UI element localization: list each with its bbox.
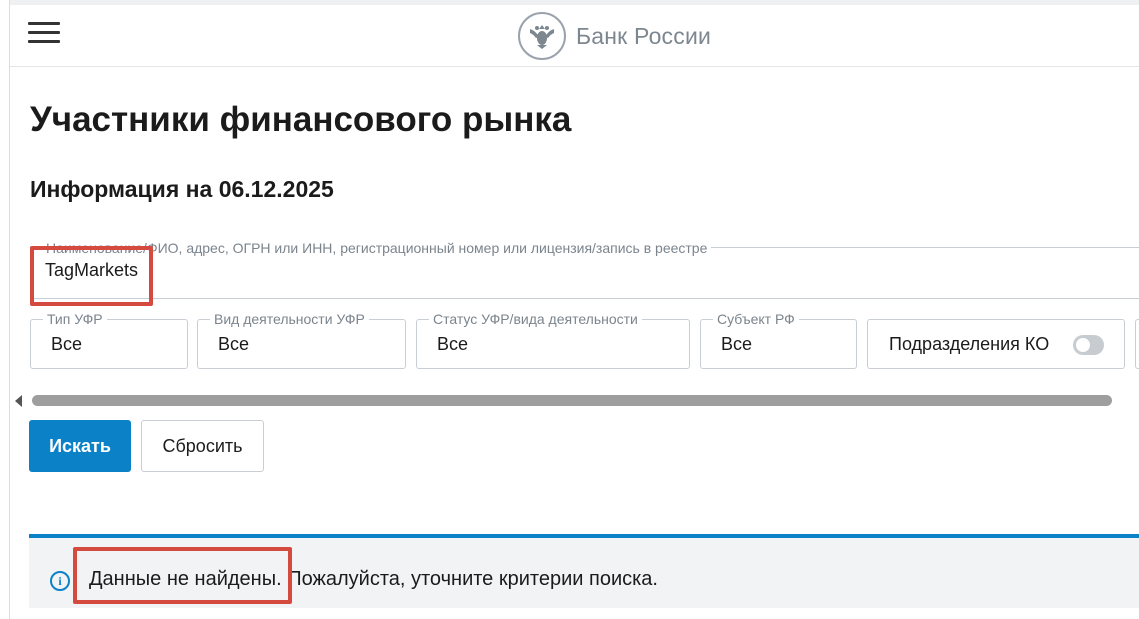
filter-value: Все — [721, 334, 753, 354]
top-bar: Банк России — [10, 0, 1139, 67]
filter-ufr-type[interactable]: Тип УФР Все — [30, 311, 188, 369]
brand[interactable]: Банк России — [518, 11, 711, 61]
filter-value: Все — [437, 334, 469, 354]
horizontal-scrollbar[interactable] — [28, 395, 1139, 406]
filter-label: Субъект РФ — [713, 311, 799, 327]
filter-label: Статус УФР/вида деятельности — [429, 311, 642, 327]
toggle-knob — [1076, 338, 1090, 352]
page: Банк России Участники финансового рынка … — [10, 0, 1139, 619]
scroll-left-arrow-icon[interactable] — [15, 395, 22, 407]
next-filter-edge[interactable] — [1135, 319, 1139, 369]
branches-toggle-box: Подразделения КО — [867, 319, 1125, 369]
info-date-heading: Информация на 06.12.2025 — [30, 176, 334, 202]
filter-label: Вид деятельности УФР — [210, 311, 369, 327]
filter-value: Все — [51, 334, 83, 354]
search-input[interactable] — [45, 260, 945, 281]
search-field[interactable]: Наименование/ФИО, адрес, ОГРН или ИНН, р… — [30, 240, 1139, 299]
filter-region[interactable]: Субъект РФ Все — [700, 311, 857, 369]
page-title: Участники финансового рынка — [30, 100, 572, 139]
filter-activity-type[interactable]: Вид деятельности УФР Все — [197, 311, 406, 369]
search-field-label: Наименование/ФИО, адрес, ОГРН или ИНН, р… — [42, 240, 712, 256]
scrollbar-thumb[interactable] — [32, 395, 1112, 406]
reset-button[interactable]: Сбросить — [141, 420, 264, 472]
filter-status[interactable]: Статус УФР/вида деятельности Все — [416, 311, 690, 369]
filter-label: Тип УФР — [43, 311, 107, 327]
brand-name: Банк России — [576, 22, 712, 49]
filter-value: Все — [218, 334, 250, 354]
no-results-notice: i Данные не найдены. Пожалуйста, уточнит… — [29, 534, 1139, 608]
no-results-message: Данные не найдены. Пожалуйста, уточните … — [89, 568, 658, 590]
menu-icon[interactable] — [28, 22, 60, 44]
search-button[interactable]: Искать — [29, 420, 131, 472]
info-icon: i — [50, 571, 70, 591]
branches-toggle-label: Подразделения КО — [889, 334, 1050, 354]
double-eagle-emblem-icon — [518, 12, 566, 60]
branches-toggle[interactable] — [1073, 335, 1104, 355]
left-window-strip — [0, 0, 10, 619]
